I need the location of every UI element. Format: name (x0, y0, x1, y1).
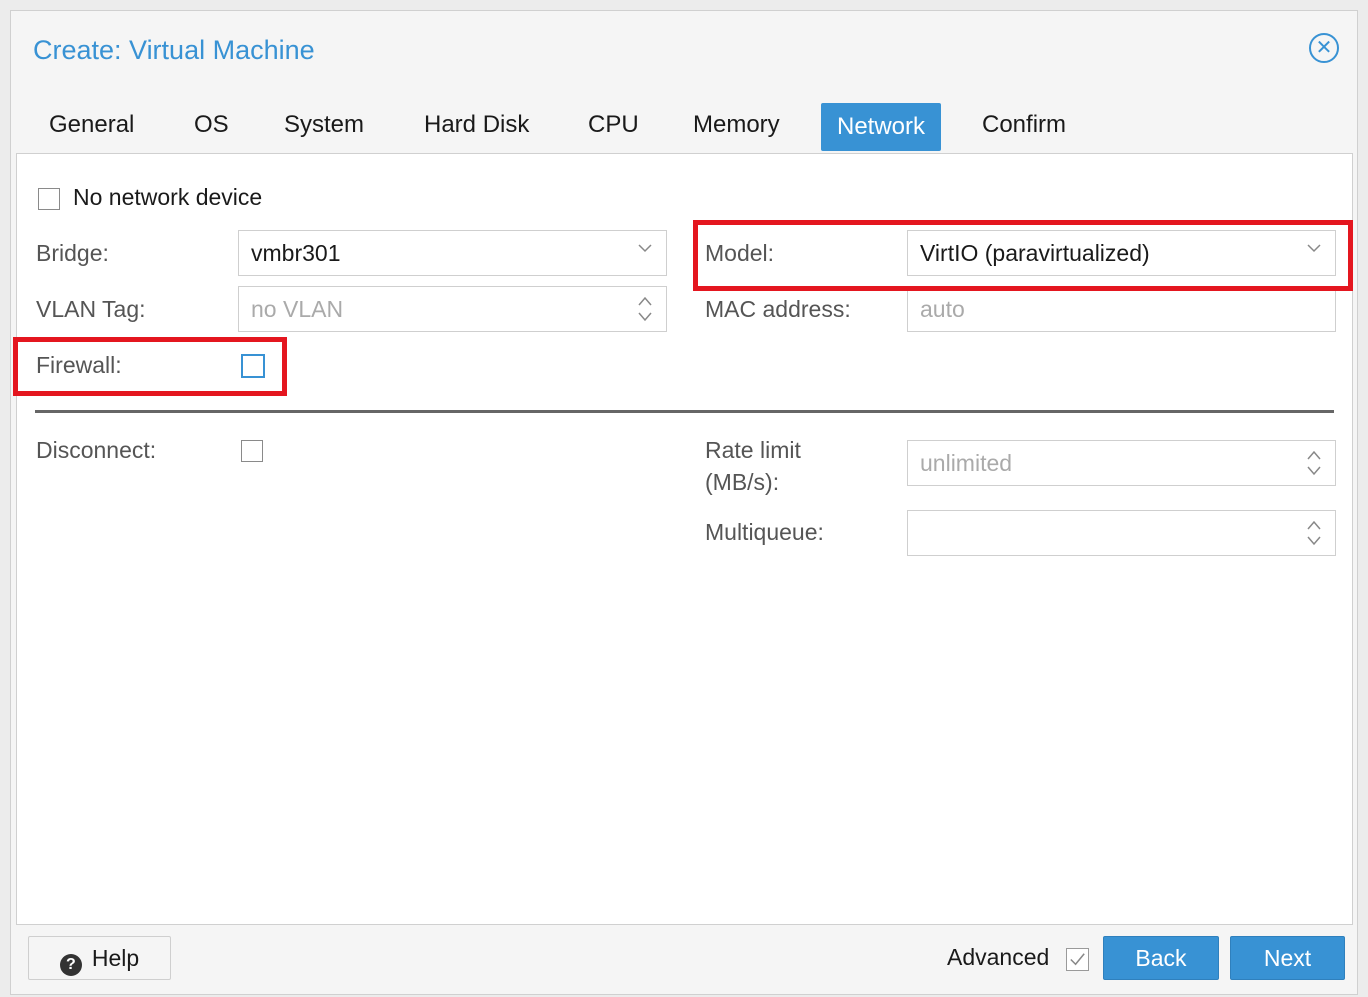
rate-limit-label-line2: (MB/s): (705, 469, 780, 495)
check-icon (1070, 953, 1085, 966)
firewall-checkbox[interactable] (241, 354, 265, 378)
multiqueue-field[interactable] (907, 510, 1336, 556)
no-network-device-checkbox[interactable] (38, 188, 60, 210)
firewall-label: Firewall: (36, 352, 122, 378)
network-panel: No network device Bridge: vmbr301 VLAN T… (16, 153, 1353, 925)
vlan-tag-placeholder: no VLAN (251, 296, 344, 322)
vlan-tag-label: VLAN Tag: (36, 296, 146, 322)
rate-limit-field[interactable]: unlimited (907, 440, 1336, 486)
tab-cpu[interactable]: CPU (572, 103, 655, 147)
vlan-tag-field[interactable]: no VLAN (238, 286, 667, 332)
create-vm-dialog: Create: Virtual Machine ✕ General OS Sys… (10, 10, 1358, 995)
bridge-label: Bridge: (36, 240, 109, 266)
bridge-value: vmbr301 (251, 240, 341, 266)
model-value: VirtIO (paravirtualized) (920, 240, 1150, 266)
close-icon[interactable]: ✕ (1309, 33, 1339, 63)
mac-address-field[interactable]: auto (907, 286, 1336, 332)
tab-system[interactable]: System (268, 103, 380, 147)
tab-memory[interactable]: Memory (677, 103, 796, 147)
bridge-select[interactable]: vmbr301 (238, 230, 667, 276)
dialog-title: Create: Virtual Machine (33, 35, 315, 65)
model-label: Model: (705, 240, 775, 266)
model-select[interactable]: VirtIO (paravirtualized) (907, 230, 1336, 276)
disconnect-label: Disconnect: (36, 437, 157, 463)
tab-confirm[interactable]: Confirm (966, 103, 1082, 147)
spinner-icon[interactable] (1305, 447, 1323, 479)
help-icon: ? (59, 954, 82, 976)
mac-address-placeholder: auto (920, 296, 965, 322)
help-button[interactable]: ? Help (28, 936, 171, 980)
advanced-divider (35, 410, 1334, 413)
help-label: Help (91, 945, 140, 971)
chevron-down-icon (1307, 244, 1321, 253)
advanced-checkbox[interactable] (1066, 948, 1089, 971)
tab-network[interactable]: Network (821, 103, 942, 151)
disconnect-checkbox[interactable] (241, 440, 263, 462)
spinner-icon[interactable] (636, 293, 654, 325)
no-network-device-label: No network device (73, 184, 263, 210)
back-button[interactable]: Back (1103, 936, 1219, 980)
next-button[interactable]: Next (1230, 936, 1345, 980)
mac-address-label: MAC address: (705, 296, 851, 322)
rate-limit-placeholder: unlimited (920, 450, 1013, 476)
advanced-label: Advanced (947, 944, 1050, 970)
tab-hard-disk[interactable]: Hard Disk (408, 103, 545, 147)
multiqueue-label: Multiqueue: (705, 519, 824, 545)
chevron-down-icon (638, 244, 652, 253)
tab-os[interactable]: OS (178, 103, 245, 147)
spinner-icon[interactable] (1305, 517, 1323, 549)
rate-limit-label-line1: Rate limit (705, 437, 801, 463)
tab-general[interactable]: General (33, 103, 150, 147)
